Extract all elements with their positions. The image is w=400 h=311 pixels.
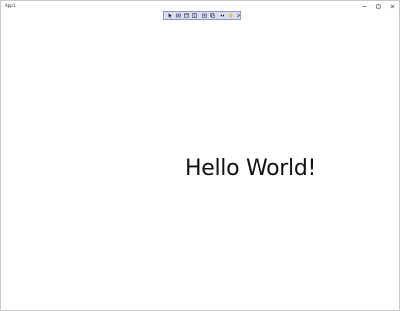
close-button[interactable]	[385, 1, 399, 11]
minimize-icon	[362, 4, 367, 9]
title-bar[interactable]: App1	[1, 1, 399, 11]
greeting-text: Hello World!	[185, 156, 317, 181]
minimize-button[interactable]	[357, 1, 371, 11]
maximize-button[interactable]	[371, 1, 385, 11]
close-icon	[390, 4, 395, 9]
maximize-icon	[376, 4, 381, 9]
window-controls	[357, 1, 399, 11]
window-title: App1	[5, 3, 16, 8]
app-window: App1 Hello World!	[0, 0, 400, 311]
page-content: Hello World!	[1, 11, 399, 310]
